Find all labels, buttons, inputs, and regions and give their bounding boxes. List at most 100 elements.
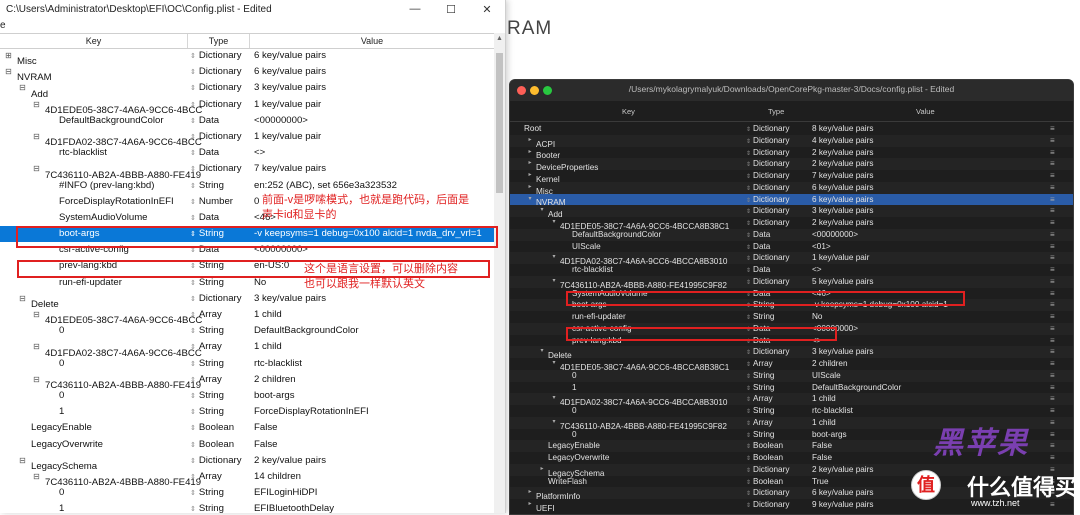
type-stepper-icon[interactable]: ⇕ <box>190 506 196 513</box>
row-menu-icon[interactable]: ≡ <box>1050 123 1062 135</box>
mac-tree-row-value[interactable]: 2 children <box>812 358 1042 370</box>
disclosure-triangle-icon[interactable]: ▾ <box>550 276 558 288</box>
minimize-icon[interactable]: — <box>397 3 433 15</box>
type-stepper-icon[interactable]: ⇕ <box>190 69 196 76</box>
type-stepper-icon[interactable]: ⇕ <box>190 247 196 254</box>
row-menu-icon[interactable]: ≡ <box>1050 264 1062 276</box>
scroll-up-icon[interactable]: ▲ <box>494 35 505 42</box>
tree-row-type[interactable]: ⇕ Dictionary <box>190 80 250 97</box>
expand-toggle-icon[interactable]: ⊟ <box>32 469 41 485</box>
type-stepper-icon[interactable]: ⇕ <box>190 344 196 351</box>
disclosure-triangle-icon[interactable]: ▾ <box>526 194 534 206</box>
mac-tree-row-value[interactable]: <00000000> <box>812 323 1042 335</box>
row-menu-icon[interactable]: ≡ <box>1050 311 1062 323</box>
mac-tree-row-value[interactable]: No <box>812 311 1042 323</box>
type-stepper-icon[interactable]: ⇕ <box>190 215 196 222</box>
mac-tree-row-value[interactable]: 5 key/value pairs <box>812 276 1042 288</box>
mac-tree-row-value[interactable]: UIScale <box>812 370 1042 382</box>
type-popup-icon[interactable]: ⇕ <box>746 456 751 462</box>
tree-row-type[interactable]: ⇕ Boolean <box>190 437 250 454</box>
mac-tree-row-value[interactable]: <01> <box>812 241 1042 253</box>
disclosure-triangle-icon[interactable]: ▾ <box>550 252 558 264</box>
mac-tree-row-value[interactable]: rtc-blacklist <box>812 405 1042 417</box>
mac-tree-row[interactable]: ▸ Kernel ⇕ Dictionary 7 key/value pairs ≡ <box>510 170 1073 184</box>
tree-row[interactable]: 1 ⇕ String EFIBluetoothDelay <box>0 501 494 513</box>
tree-row-value[interactable]: rtc-blacklist <box>254 356 494 372</box>
mac-tree-row-type[interactable]: ⇕ Dictionary <box>746 499 808 513</box>
mac-tree-row-value[interactable]: 3 key/value pairs <box>812 346 1042 358</box>
tree-row[interactable]: ⊟LegacySchema ⇕ Dictionary 2 key/value pair… <box>0 453 494 472</box>
column-header-type[interactable]: Type <box>188 34 250 48</box>
type-stepper-icon[interactable]: ⇕ <box>190 361 196 368</box>
disclosure-triangle-icon[interactable]: ▾ <box>550 393 558 405</box>
type-popup-icon[interactable]: ⇕ <box>746 209 751 215</box>
type-stepper-icon[interactable]: ⇕ <box>190 183 196 190</box>
type-popup-icon[interactable]: ⇕ <box>746 386 751 392</box>
type-popup-icon[interactable]: ⇕ <box>746 362 751 368</box>
mac-tree-row[interactable]: 1 ⇕ String DefaultBackgroundColor ≡ <box>510 382 1073 394</box>
mac-tree-row-value[interactable]: 2 key/value pairs <box>812 147 1042 159</box>
disclosure-triangle-icon[interactable]: ▸ <box>526 499 534 511</box>
tree-row-value[interactable]: 3 key/value pairs <box>254 80 494 96</box>
tree-row-value[interactable]: 1 key/value pair <box>254 97 494 113</box>
tree-row-value[interactable]: 3 key/value pairs <box>254 291 494 307</box>
tree-row-value[interactable]: <> <box>254 145 494 161</box>
tree-row[interactable]: 0 ⇕ String boot-args <box>0 388 494 404</box>
mac-tree-row[interactable]: 0 ⇕ String rtc-blacklist ≡ <box>510 405 1073 417</box>
row-menu-icon[interactable]: ≡ <box>1050 405 1062 417</box>
row-menu-icon[interactable]: ≡ <box>1050 288 1062 300</box>
type-popup-icon[interactable]: ⇕ <box>746 315 751 321</box>
type-stepper-icon[interactable]: ⇕ <box>190 490 196 497</box>
tree-row-type[interactable]: ⇕ String <box>190 501 250 513</box>
expand-toggle-icon[interactable]: ⊟ <box>18 291 27 307</box>
row-menu-icon[interactable]: ≡ <box>1050 158 1062 170</box>
mac-tree-row[interactable]: UIScale ⇕ Data <01> ≡ <box>510 241 1073 253</box>
tree-row[interactable]: 0 ⇕ String EFILoginHiDPI <box>0 485 494 501</box>
type-stepper-icon[interactable]: ⇕ <box>190 199 196 206</box>
tree-row-type[interactable]: ⇕ Dictionary <box>190 64 250 81</box>
tree-row-value[interactable]: 1 key/value pair <box>254 129 494 145</box>
type-popup-icon[interactable]: ⇕ <box>746 233 751 239</box>
row-menu-icon[interactable]: ≡ <box>1050 217 1062 229</box>
type-popup-icon[interactable]: ⇕ <box>746 139 751 145</box>
mac-tree-row[interactable]: 0 ⇕ String UIScale ≡ <box>510 369 1073 382</box>
mac-tree-row-value[interactable]: 7 key/value pairs <box>812 170 1042 182</box>
tree-row[interactable]: 0 ⇕ String DefaultBackgroundColor <box>0 323 494 339</box>
row-menu-icon[interactable]: ≡ <box>1050 241 1062 253</box>
type-stepper-icon[interactable]: ⇕ <box>190 393 196 400</box>
tree-row-type[interactable]: ⇕ Dictionary <box>190 161 250 178</box>
tree-row-value[interactable]: 1 child <box>254 307 494 323</box>
menu-file[interactable]: e <box>0 20 6 31</box>
mac-column-header-value[interactable]: Value <box>916 107 935 116</box>
tree-row-value[interactable]: 1 child <box>254 339 494 355</box>
type-stepper-icon[interactable]: ⇕ <box>190 280 196 287</box>
expand-toggle-icon[interactable]: ⊟ <box>18 80 27 96</box>
type-popup-icon[interactable]: ⇕ <box>746 221 751 227</box>
expand-toggle-icon[interactable]: ⊟ <box>18 453 27 469</box>
type-popup-icon[interactable]: ⇕ <box>746 245 751 251</box>
type-stepper-icon[interactable]: ⇕ <box>190 296 196 303</box>
type-popup-icon[interactable]: ⇕ <box>746 162 751 168</box>
tree-row-type[interactable]: ⇕ Array <box>190 339 250 356</box>
disclosure-triangle-icon[interactable]: ▾ <box>538 205 546 217</box>
type-stepper-icon[interactable]: ⇕ <box>190 425 196 432</box>
type-stepper-icon[interactable]: ⇕ <box>190 409 196 416</box>
tree-row-type[interactable]: ⇕ Data <box>190 145 250 162</box>
tree-row[interactable]: rtc-blacklist ⇕ Data <> <box>0 145 494 161</box>
tree-row-value[interactable]: EFIBluetoothDelay <box>254 501 494 513</box>
type-popup-icon[interactable]: ⇕ <box>746 409 751 415</box>
mac-tree-row[interactable]: ▸ Misc ⇕ Dictionary 6 key/value pairs ≡ <box>510 181 1073 196</box>
type-popup-icon[interactable]: ⇕ <box>746 350 751 356</box>
expand-toggle-icon[interactable]: ⊟ <box>32 372 41 388</box>
type-popup-icon[interactable]: ⇕ <box>746 374 751 380</box>
type-stepper-icon[interactable]: ⇕ <box>190 458 196 465</box>
tree-row[interactable]: LegacyOverwrite ⇕ Boolean False <box>0 437 494 453</box>
mac-tree-row[interactable]: ▾ 4D1FDA02-38C7-4A6A-9CC6-4BCCA8B3010 ⇕ Arr… <box>510 393 1073 407</box>
type-popup-icon[interactable]: ⇕ <box>746 268 751 274</box>
type-popup-icon[interactable]: ⇕ <box>746 198 751 204</box>
type-popup-icon[interactable]: ⇕ <box>746 397 751 403</box>
mac-tree-row[interactable]: ▸ DeviceProperties ⇕ Dictionary 2 key/value … <box>510 158 1073 172</box>
mac-tree-row[interactable]: ▾ Delete ⇕ Dictionary 3 key/value pairs ≡ <box>510 346 1073 360</box>
tree-row-value[interactable]: <00000000> <box>254 113 494 129</box>
type-stepper-icon[interactable]: ⇕ <box>190 102 196 109</box>
